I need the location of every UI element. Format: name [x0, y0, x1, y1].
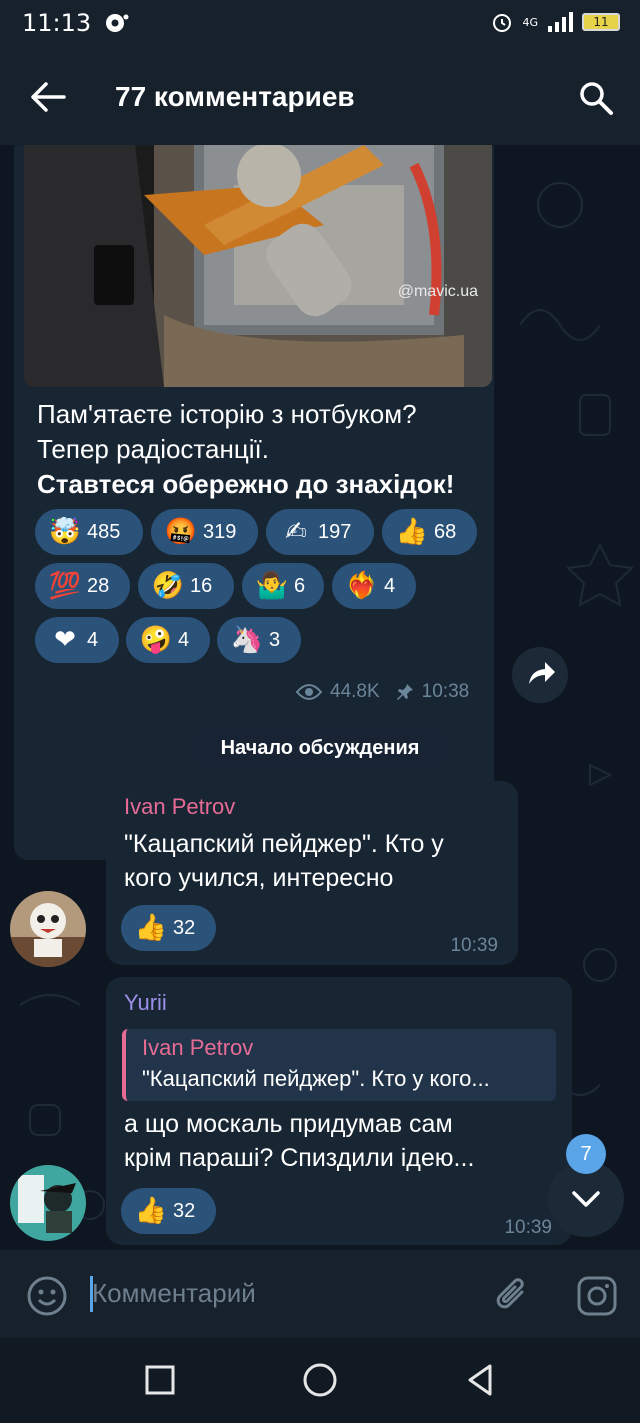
page-title: 77 комментариев: [115, 81, 355, 112]
reaction-count: 32: [173, 1199, 196, 1222]
status-time: 11:13: [22, 9, 92, 37]
comment-text-line: крім параші? Спиздили ідею...: [124, 1144, 475, 1172]
exploding-head-icon: 🤯: [48, 517, 82, 547]
reaction-count: 197: [318, 520, 352, 543]
comment-text-line: а що москаль придумав сам: [124, 1110, 453, 1138]
views-count: 44.8K: [330, 681, 380, 702]
smiley-icon[interactable]: [26, 1275, 68, 1317]
reaction-chip[interactable]: 👍 68: [382, 509, 477, 555]
thumbs-up-icon: 👍: [134, 1196, 168, 1226]
reaction-count: 3: [269, 628, 281, 651]
reaction-count: 4: [87, 628, 99, 651]
comment-text: а що москаль придумав сам крім параші? С…: [124, 1107, 474, 1175]
reaction-count: 68: [434, 520, 457, 543]
thumbs-up-icon: 👍: [395, 517, 429, 547]
post-photo[interactable]: @mavic.ua: [24, 145, 492, 387]
network-type: 4G: [522, 15, 538, 29]
post-text-line: Ставтеся обережно до знахідок!: [37, 469, 455, 499]
radio-photo-image: [24, 145, 492, 387]
reaction-chip[interactable]: ❤ 4: [35, 617, 119, 663]
unread-count-badge: 7: [566, 1134, 606, 1174]
comment-time: 10:39: [504, 1217, 552, 1238]
comment-input[interactable]: Комментарий: [92, 1278, 256, 1309]
avatar[interactable]: [10, 891, 86, 967]
zany-face-icon: 🤪: [139, 625, 173, 655]
comment-bubble[interactable]: Yurii Ivan Petrov "Кацапский пейджер". К…: [106, 977, 572, 1245]
recents-square-icon[interactable]: [140, 1360, 180, 1400]
alarm-icon: [493, 14, 512, 32]
reaction-count: 6: [294, 574, 306, 597]
reaction-chip[interactable]: 🤷‍♂️ 6: [242, 563, 324, 609]
reaction-chip[interactable]: 🤬 319: [151, 509, 258, 555]
heart-on-fire-icon: ❤‍🔥: [345, 571, 379, 601]
chat-area[interactable]: @mavic.ua Пам'ятаєте історію з нотбуком?…: [0, 145, 640, 1250]
eye-icon: [296, 684, 322, 700]
comment-time: 10:39: [450, 935, 498, 956]
reaction-count: 4: [384, 574, 396, 597]
reaction-chip[interactable]: 🤪 4: [126, 617, 210, 663]
cursing-face-icon: 🤬: [164, 517, 198, 547]
comment-author[interactable]: Yurii: [124, 990, 167, 1016]
pin-icon: [396, 684, 413, 700]
reaction-chip[interactable]: 🤯 485: [35, 509, 143, 555]
post-text: Пам'ятаєте історію з нотбуком? Тепер рад…: [37, 397, 487, 502]
reaction-count: 16: [190, 574, 213, 597]
reply-quote[interactable]: Ivan Petrov "Кацапский пейджер". Кто у к…: [122, 1029, 556, 1101]
back-arrow-icon[interactable]: [28, 80, 68, 114]
reaction-chip[interactable]: ✍ 197: [266, 509, 374, 555]
reaction-chip[interactable]: 👍 32: [121, 905, 216, 951]
post-meta: 44.8K 10:38: [296, 681, 469, 703]
unicorn-icon: 🦄: [230, 625, 264, 655]
post-text-line: Пам'ятаєте історію з нотбуком?: [37, 399, 417, 429]
status-bar: 11:13 4G 11: [0, 0, 640, 50]
avatar[interactable]: [10, 1165, 86, 1241]
reaction-chip[interactable]: 💯 28: [35, 563, 130, 609]
battery-icon: 11: [582, 13, 620, 31]
reaction-count: 28: [87, 574, 110, 597]
paperclip-icon[interactable]: [492, 1274, 532, 1316]
share-button[interactable]: [512, 647, 568, 703]
red-heart-icon: ❤: [54, 625, 76, 655]
quote-text: "Кацапский пейджер". Кто у кого...: [142, 1066, 490, 1091]
rofl-face-icon: 🤣: [151, 571, 185, 601]
comment-text-line: кого учился, интересно: [124, 864, 394, 892]
hundred-points-icon: 💯: [48, 571, 82, 601]
comment-bubble[interactable]: Ivan Petrov "Кацапский пейджер". Кто у к…: [106, 781, 518, 965]
reaction-chip[interactable]: 👍 32: [121, 1188, 216, 1234]
reaction-count: 319: [203, 520, 237, 543]
search-icon[interactable]: [578, 80, 614, 116]
reaction-chip[interactable]: 🦄 3: [217, 617, 301, 663]
reaction-count: 4: [178, 628, 190, 651]
post-time: 10:38: [421, 681, 470, 702]
system-nav-bar: [0, 1338, 640, 1423]
share-arrow-icon: [529, 662, 555, 684]
writing-hand-icon: ✍: [285, 517, 307, 547]
discussion-start-label: Начало обсуждения: [187, 729, 453, 767]
reaction-chip[interactable]: ❤‍🔥 4: [332, 563, 416, 609]
shrug-icon: 🤷‍♂️: [255, 571, 289, 601]
comment-text: "Кацапский пейджер". Кто у кого учился, …: [124, 827, 444, 895]
reaction-count: 32: [173, 916, 196, 939]
notification-icon: [106, 14, 129, 32]
comment-author[interactable]: Ivan Petrov: [124, 794, 235, 820]
home-circle-icon[interactable]: [300, 1360, 340, 1400]
back-triangle-icon[interactable]: [460, 1360, 500, 1400]
signal-icon: [548, 12, 573, 32]
app-bar: 77 комментариев: [0, 50, 640, 145]
camera-icon[interactable]: [576, 1275, 618, 1317]
post-text-line: Тепер радіостанції.: [37, 434, 269, 464]
photo-watermark: @mavic.ua: [397, 283, 478, 300]
thumbs-up-icon: 👍: [134, 913, 168, 943]
quote-author: Ivan Petrov: [142, 1035, 254, 1060]
reaction-count: 485: [87, 520, 121, 543]
comment-text-line: "Кацапский пейджер". Кто у: [124, 830, 444, 858]
reaction-chip[interactable]: 🤣 16: [138, 563, 234, 609]
comment-composer: Комментарий: [0, 1250, 640, 1338]
